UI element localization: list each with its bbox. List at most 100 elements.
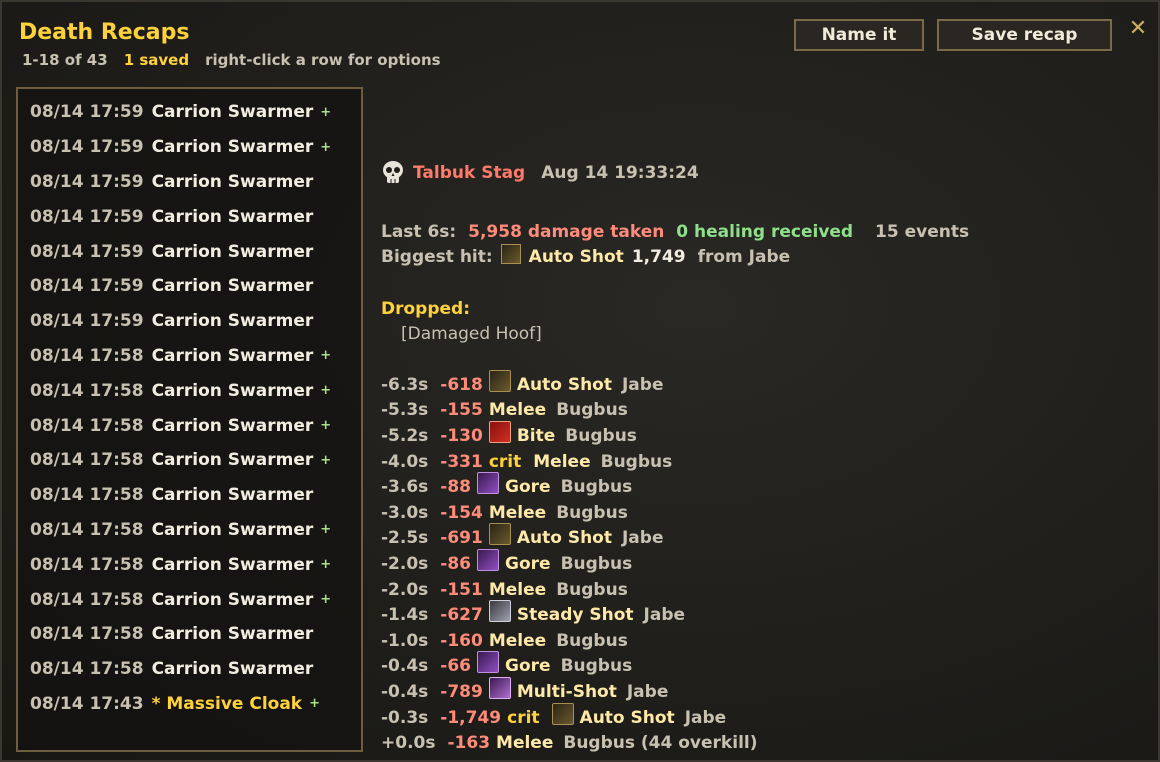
- event-time: -5.2s: [381, 425, 429, 446]
- recap-row[interactable]: 08/14 17:58 Carrion Swarmer +: [18, 443, 361, 478]
- recap-name: Carrion Swarmer: [151, 137, 314, 158]
- recap-time: 08/14 17:59: [30, 311, 144, 332]
- event-source: Bugbus: [565, 425, 637, 446]
- recap-row[interactable]: 08/14 17:59 Carrion Swarmer: [18, 165, 361, 200]
- spell-icon: [488, 600, 511, 623]
- recap-row[interactable]: 08/14 17:58 Carrion Swarmer +: [18, 408, 361, 443]
- event-amount: -155: [440, 400, 483, 421]
- recap-time: 08/14 17:58: [30, 659, 144, 680]
- event-spell: Melee: [488, 502, 547, 523]
- recap-row[interactable]: 08/14 17:59 Carrion Swarmer: [18, 269, 361, 304]
- event-amount: -789: [440, 681, 483, 702]
- event-spell: Auto Shot: [516, 528, 612, 549]
- recap-row[interactable]: 08/14 17:59 Carrion Swarmer: [18, 199, 361, 234]
- event-time: -2.5s: [381, 528, 429, 549]
- recap-time: 08/14 17:59: [30, 171, 144, 192]
- save-recap-button[interactable]: Save recap: [937, 19, 1112, 51]
- event-amount: -130: [440, 425, 483, 446]
- event-source: Bugbus: [600, 451, 673, 472]
- recap-row[interactable]: 08/14 17:59 Carrion Swarmer: [18, 304, 361, 339]
- last-label: Last 6s:: [381, 222, 457, 242]
- recap-time: 08/14 17:58: [30, 485, 144, 506]
- event-time: -2.0s: [381, 553, 429, 574]
- recap-time: 08/14 17:58: [30, 345, 144, 366]
- event-time: -0.4s: [381, 681, 429, 702]
- event-spell: Auto Shot: [516, 374, 612, 395]
- has-note-icon: +: [320, 104, 332, 120]
- spell-icon: [488, 369, 511, 392]
- event-spell: Melee: [533, 451, 591, 472]
- damage-taken: 5,958 damage taken: [468, 222, 665, 242]
- event-amount: -154: [440, 502, 483, 523]
- recap-row[interactable]: 08/14 17:58 Carrion Swarmer: [18, 478, 361, 513]
- window-subtitle: 1-18 of 43 1 saved right-click a row for…: [22, 51, 441, 69]
- recap-row[interactable]: 08/14 17:43 * Massive Cloak +: [18, 687, 361, 722]
- recap-list[interactable]: 08/14 17:59 Carrion Swarmer +08/14 17:59 Ca…: [16, 87, 363, 752]
- biggest-spell: Auto Shot: [528, 247, 624, 267]
- event-amount: -331: [440, 451, 483, 472]
- event-source: Jabe: [621, 528, 664, 549]
- recap-row[interactable]: 08/14 17:59 Carrion Swarmer: [18, 234, 361, 269]
- recap-time: 08/14 17:58: [30, 415, 144, 436]
- has-note-icon: +: [320, 348, 332, 364]
- name-it-button[interactable]: Name it: [794, 19, 924, 51]
- recap-name: Carrion Swarmer: [151, 554, 314, 575]
- event-time: +0.0s: [381, 733, 436, 754]
- close-icon[interactable]: ✕: [1127, 18, 1149, 40]
- skull-icon: [383, 161, 403, 183]
- event-row: -1.4s -627 Steady Shot Jabe: [381, 600, 758, 628]
- window-title: Death Recaps: [19, 20, 190, 45]
- recap-row[interactable]: 08/14 17:58 Carrion Swarmer +: [18, 582, 361, 617]
- recap-row[interactable]: 08/14 17:59 Carrion Swarmer +: [18, 130, 361, 165]
- event-spell: Gore: [505, 477, 551, 498]
- event-spell: Melee: [488, 630, 547, 651]
- event-source: Jabe: [626, 681, 669, 702]
- recap-name: Carrion Swarmer: [151, 380, 314, 401]
- event-row: -3.0s -154 Melee Bugbus: [381, 500, 758, 526]
- recap-time: 08/14 17:59: [30, 137, 144, 158]
- recap-row[interactable]: 08/14 17:58 Carrion Swarmer: [18, 652, 361, 687]
- recap-name: Carrion Swarmer: [151, 102, 314, 123]
- auto-shot-icon: [500, 244, 521, 264]
- has-note-icon: +: [320, 418, 332, 434]
- event-source: Bugbus: [560, 553, 633, 574]
- recap-name: Carrion Swarmer: [151, 241, 314, 262]
- dropped-item[interactable]: [Damaged Hoof]: [401, 324, 542, 344]
- event-spell: Melee: [496, 733, 554, 754]
- event-time: -0.3s: [381, 707, 429, 728]
- has-note-icon: +: [320, 452, 332, 468]
- has-note-icon: +: [320, 522, 332, 538]
- event-time: -5.3s: [381, 400, 429, 421]
- saved-count: 1 saved: [123, 51, 190, 69]
- hint-text: right-click a row for options: [205, 51, 441, 69]
- crit-tag: crit: [488, 451, 522, 472]
- event-spell: Bite: [516, 425, 556, 446]
- event-amount: -66: [440, 656, 472, 677]
- has-note-icon: +: [320, 557, 332, 573]
- recap-row[interactable]: 08/14 17:59 Carrion Swarmer +: [18, 95, 361, 130]
- biggest-hit: Biggest hit: Auto Shot 1,749 from Jabe: [381, 244, 790, 267]
- recap-name: Carrion Swarmer: [151, 311, 314, 332]
- dropped-label: Dropped:: [381, 299, 471, 319]
- event-amount: -151: [440, 579, 483, 600]
- recap-row[interactable]: 08/14 17:58 Carrion Swarmer +: [18, 547, 361, 582]
- victim-name: Talbuk Stag: [413, 163, 526, 183]
- recap-row[interactable]: 08/14 17:58 Carrion Swarmer: [18, 617, 361, 652]
- event-row: -2.5s -691 Auto Shot Jabe: [381, 523, 758, 552]
- recap-count: 1-18 of 43: [22, 51, 108, 69]
- recap-row[interactable]: 08/14 17:58 Carrion Swarmer +: [18, 339, 361, 374]
- recap-row[interactable]: 08/14 17:58 Carrion Swarmer +: [18, 373, 361, 408]
- spell-icon: [477, 472, 500, 495]
- spell-icon: [488, 523, 511, 546]
- recap-time: 08/14 17:58: [30, 589, 144, 610]
- recap-row[interactable]: 08/14 17:58 Carrion Swarmer +: [18, 513, 361, 548]
- event-amount: -88: [440, 477, 472, 498]
- recap-name: Carrion Swarmer: [151, 171, 314, 192]
- event-row: -5.2s -130 Bite Bugbus: [381, 420, 758, 449]
- event-count: 15 events: [875, 222, 970, 242]
- biggest-amount: 1,749: [631, 247, 686, 267]
- has-note-icon: +: [320, 592, 332, 608]
- death-recaps-window: Death Recaps 1-18 of 43 1 saved right-cl…: [0, 0, 1160, 762]
- event-amount: -86: [440, 553, 472, 574]
- event-amount: -1,749: [440, 707, 502, 728]
